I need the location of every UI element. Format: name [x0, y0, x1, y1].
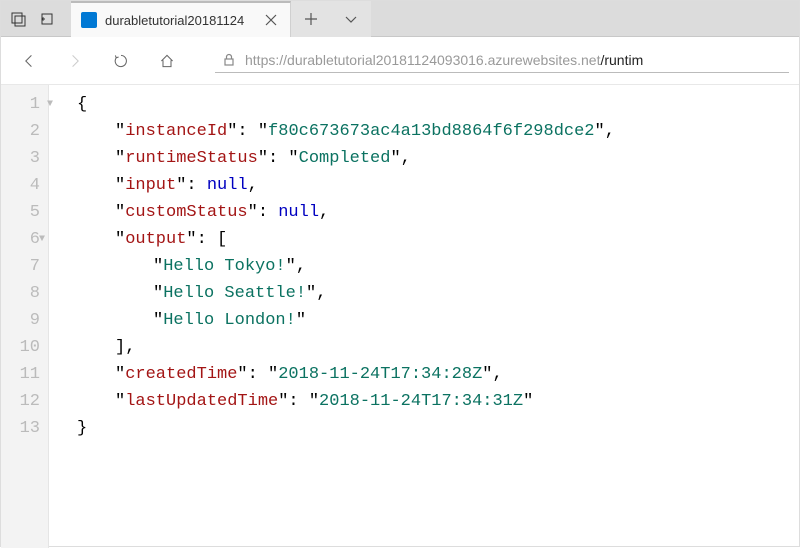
line-number: 12 [1, 388, 40, 415]
window-titlebar: durabletutorial20181124 [1, 1, 799, 37]
new-tab-button[interactable] [291, 1, 331, 37]
line-number: 5 [1, 199, 40, 226]
home-button[interactable] [149, 43, 185, 79]
json-viewer: 12345678910111213 ▼{ "instanceId": "f80c… [1, 85, 799, 548]
tab-actions [1, 1, 65, 36]
tabs-aside-icon[interactable] [5, 1, 33, 37]
line-number: 11 [1, 361, 40, 388]
tab-title: durabletutorial20181124 [105, 13, 256, 28]
line-number: 13 [1, 415, 40, 442]
tab-overflow-button[interactable] [331, 1, 371, 37]
fold-toggle-icon[interactable]: ▼ [39, 226, 45, 253]
line-number: 4 [1, 172, 40, 199]
favicon-icon [81, 12, 97, 28]
tabs-set-aside-icon[interactable] [33, 1, 61, 37]
fold-toggle-icon[interactable]: ▼ [47, 91, 53, 118]
forward-button[interactable] [57, 43, 93, 79]
json-content[interactable]: ▼{ "instanceId": "f80c673673ac4a13bd8864… [49, 85, 615, 548]
back-button[interactable] [11, 43, 47, 79]
line-number: 9 [1, 307, 40, 334]
line-number: 1 [1, 91, 40, 118]
line-number-gutter: 12345678910111213 [1, 85, 49, 548]
line-number: 2 [1, 118, 40, 145]
refresh-button[interactable] [103, 43, 139, 79]
lock-icon [221, 52, 237, 68]
line-number: 7 [1, 253, 40, 280]
address-bar[interactable]: https://durabletutorial20181124093016.az… [215, 48, 789, 73]
line-number: 10 [1, 334, 40, 361]
browser-toolbar: https://durabletutorial20181124093016.az… [1, 37, 799, 85]
line-number: 8 [1, 280, 40, 307]
browser-tab[interactable]: durabletutorial20181124 [71, 1, 291, 37]
line-number: 6 [1, 226, 40, 253]
close-tab-button[interactable] [262, 11, 280, 29]
url-text: https://durabletutorial20181124093016.az… [245, 52, 643, 68]
line-number: 3 [1, 145, 40, 172]
